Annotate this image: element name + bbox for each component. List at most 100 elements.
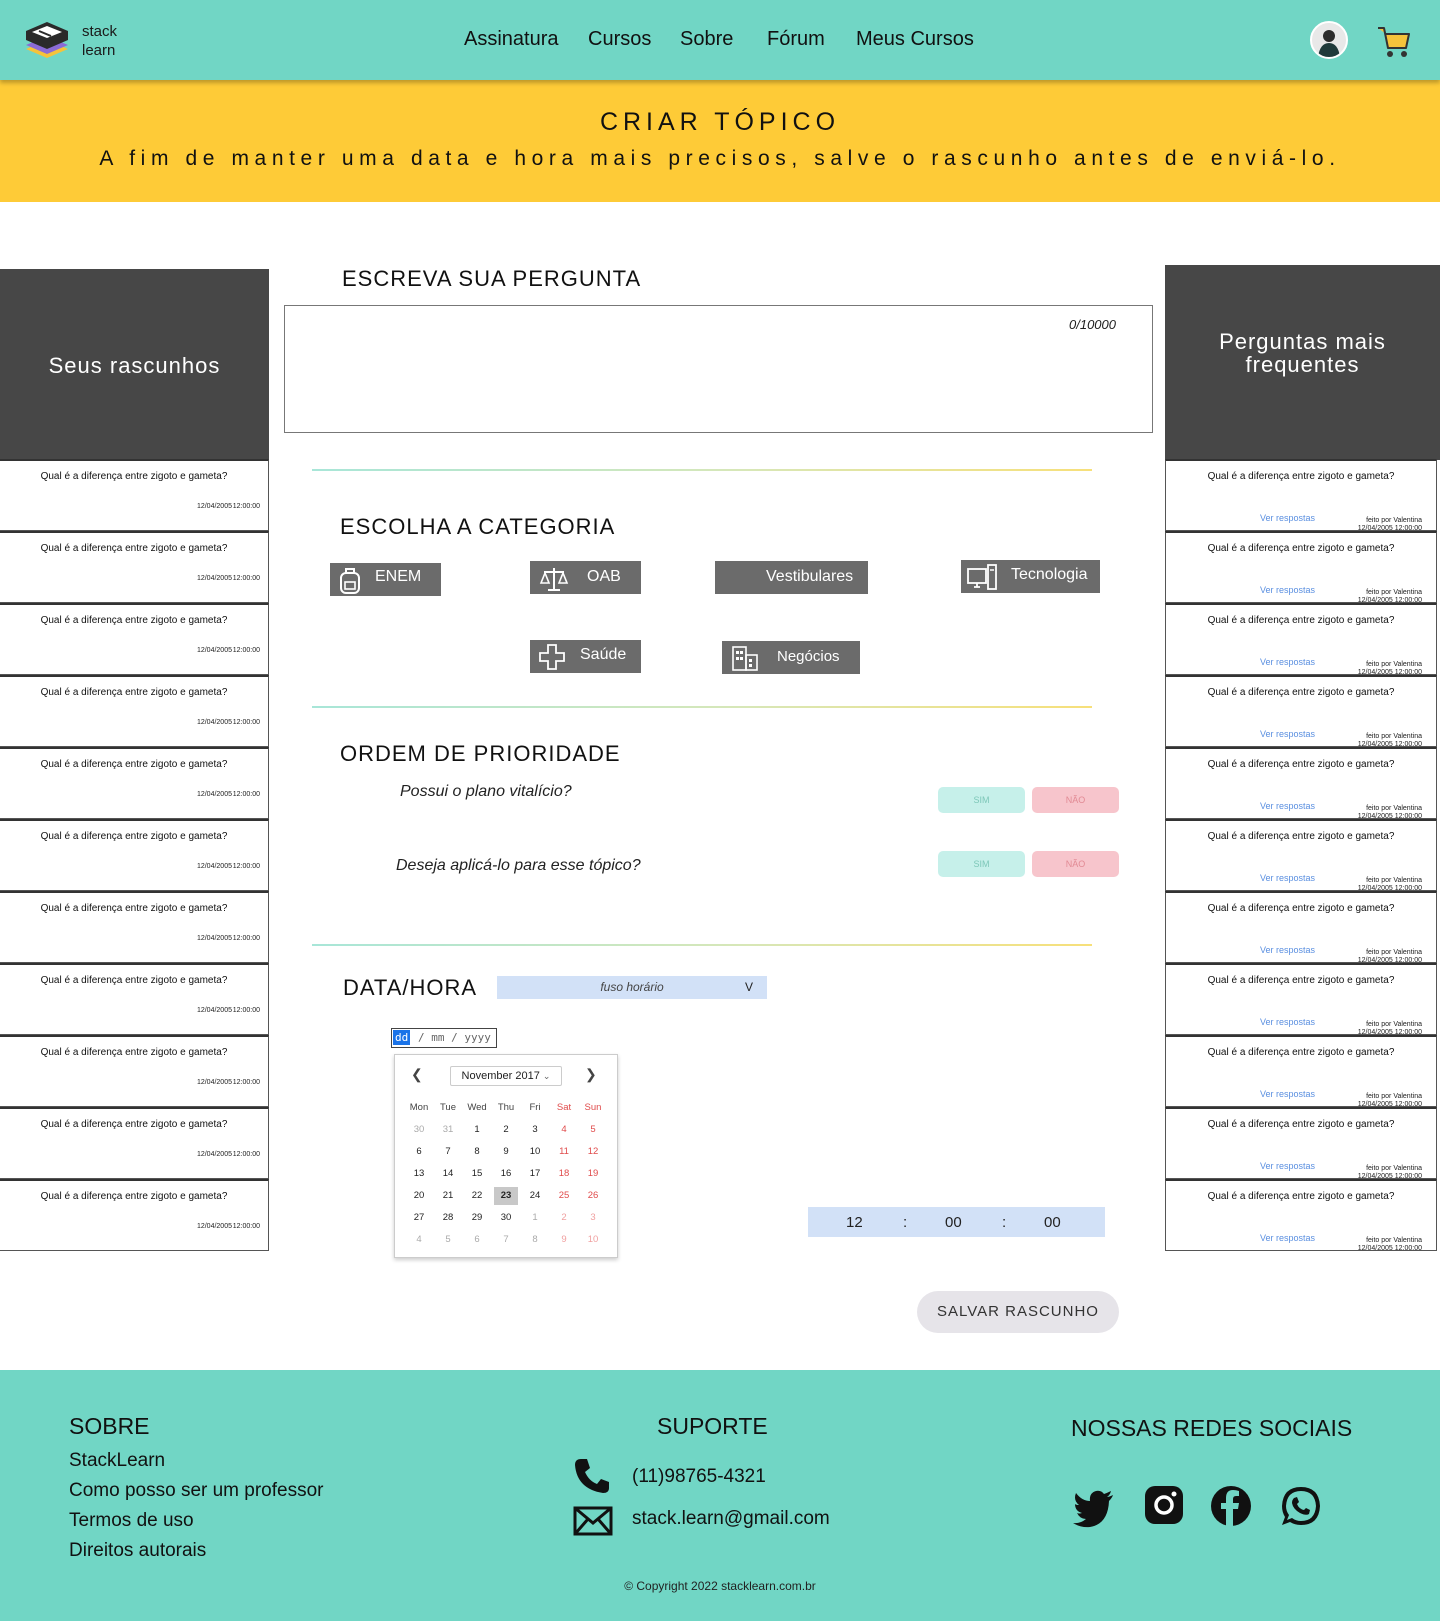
view-answers-link[interactable]: Ver respostas <box>1260 513 1315 523</box>
facebook-icon[interactable] <box>1210 1485 1252 1527</box>
whatsapp-icon[interactable] <box>1280 1485 1322 1527</box>
calendar-day[interactable]: 4 <box>552 1121 576 1139</box>
draft-list-item[interactable]: Qual é a diferença entre zigoto e gameta… <box>0 1107 269 1179</box>
instagram-icon[interactable] <box>1143 1484 1185 1526</box>
view-answers-link[interactable]: Ver respostas <box>1260 1089 1315 1099</box>
draft-list-item[interactable]: Qual é a diferença entre zigoto e gameta… <box>0 819 269 891</box>
category-oab-button[interactable]: OAB <box>530 561 641 594</box>
time-hours[interactable]: 12 <box>846 1214 863 1231</box>
view-answers-link[interactable]: Ver respostas <box>1260 873 1315 883</box>
footer-link-copyright[interactable]: Direitos autorais <box>69 1540 206 1562</box>
chevron-left-icon[interactable]: ❮ <box>411 1066 423 1083</box>
draft-list-item[interactable]: Qual é a diferença entre zigoto e gameta… <box>0 1179 269 1251</box>
question-textarea[interactable]: 0/10000 <box>284 305 1153 433</box>
calendar-day[interactable]: 10 <box>523 1143 547 1161</box>
calendar-day[interactable]: 10 <box>581 1231 605 1249</box>
stacklearn-logo-icon[interactable] <box>24 18 70 64</box>
calendar-day[interactable]: 9 <box>494 1143 518 1161</box>
cart-icon[interactable] <box>1376 22 1412 60</box>
category-negocios-button[interactable]: Negócios <box>722 641 860 674</box>
apply-priority-yes-button[interactable]: SIM <box>938 851 1025 877</box>
chevron-right-icon[interactable]: ❯ <box>585 1066 597 1083</box>
calendar-day[interactable]: 5 <box>436 1231 460 1249</box>
calendar-day[interactable]: 6 <box>407 1143 431 1161</box>
save-draft-button[interactable]: SALVAR RASCUNHO <box>917 1291 1119 1333</box>
nav-assinatura[interactable]: Assinatura <box>464 28 559 51</box>
view-answers-link[interactable]: Ver respostas <box>1260 657 1315 667</box>
view-answers-link[interactable]: Ver respostas <box>1260 585 1315 595</box>
time-minutes[interactable]: 00 <box>945 1214 962 1231</box>
view-answers-link[interactable]: Ver respostas <box>1260 1017 1315 1027</box>
calendar-day[interactable]: 9 <box>552 1231 576 1249</box>
apply-priority-no-button[interactable]: NÃO <box>1032 851 1119 877</box>
category-enem-button[interactable]: ENEM <box>330 563 441 596</box>
support-email[interactable]: stack.learn@gmail.com <box>632 1508 830 1530</box>
nav-cursos[interactable]: Cursos <box>588 28 651 51</box>
calendar-day[interactable]: 24 <box>523 1187 547 1205</box>
calendar-day[interactable]: 7 <box>494 1231 518 1249</box>
view-answers-link[interactable]: Ver respostas <box>1260 1161 1315 1171</box>
calendar-day[interactable]: 2 <box>494 1121 518 1139</box>
calendar-day[interactable]: 3 <box>523 1121 547 1139</box>
draft-list-item[interactable]: Qual é a diferença entre zigoto e gameta… <box>0 459 269 531</box>
calendar-day[interactable]: 25 <box>552 1187 576 1205</box>
timezone-select[interactable]: fuso horário V <box>497 976 767 999</box>
nav-forum[interactable]: Fórum <box>767 28 825 51</box>
draft-list-item[interactable]: Qual é a diferença entre zigoto e gameta… <box>0 747 269 819</box>
calendar-day[interactable]: 17 <box>523 1165 547 1183</box>
view-answers-link[interactable]: Ver respostas <box>1260 801 1315 811</box>
calendar-day[interactable]: 16 <box>494 1165 518 1183</box>
calendar-day[interactable]: 13 <box>407 1165 431 1183</box>
lifetime-plan-no-button[interactable]: NÃO <box>1032 787 1119 813</box>
footer-link-teacher[interactable]: Como posso ser um professor <box>69 1480 324 1502</box>
calendar-day[interactable]: 6 <box>465 1231 489 1249</box>
calendar-day[interactable]: 2 <box>552 1209 576 1227</box>
calendar-day[interactable]: 27 <box>407 1209 431 1227</box>
footer-link-stacklearn[interactable]: StackLearn <box>69 1450 165 1472</box>
draft-list-item[interactable]: Qual é a diferença entre zigoto e gameta… <box>0 675 269 747</box>
category-vestibulares-button[interactable]: Vestibulares <box>715 561 868 594</box>
date-input[interactable]: dd / mm / yyyy <box>391 1028 497 1048</box>
lifetime-plan-yes-button[interactable]: SIM <box>938 787 1025 813</box>
nav-sobre[interactable]: Sobre <box>680 28 733 51</box>
calendar-day[interactable]: 26 <box>581 1187 605 1205</box>
time-input[interactable]: 12 : 00 : 00 <box>808 1207 1105 1237</box>
draft-list-item[interactable]: Qual é a diferença entre zigoto e gameta… <box>0 1035 269 1107</box>
calendar-day[interactable]: 18 <box>552 1165 576 1183</box>
draft-list-item[interactable]: Qual é a diferença entre zigoto e gameta… <box>0 531 269 603</box>
view-answers-link[interactable]: Ver respostas <box>1260 1233 1315 1243</box>
calendar-day[interactable]: 20 <box>407 1187 431 1205</box>
support-phone[interactable]: (11)98765-4321 <box>632 1466 766 1488</box>
time-seconds[interactable]: 00 <box>1044 1214 1061 1231</box>
calendar-day[interactable]: 5 <box>581 1121 605 1139</box>
calendar-day[interactable]: 1 <box>465 1121 489 1139</box>
calendar-day[interactable]: 22 <box>465 1187 489 1205</box>
calendar-day[interactable]: 30 <box>407 1121 431 1139</box>
view-answers-link[interactable]: Ver respostas <box>1260 729 1315 739</box>
calendar-day[interactable]: 3 <box>581 1209 605 1227</box>
draft-list-item[interactable]: Qual é a diferença entre zigoto e gameta… <box>0 603 269 675</box>
footer-link-terms[interactable]: Termos de uso <box>69 1510 194 1532</box>
calendar-day[interactable]: 28 <box>436 1209 460 1227</box>
category-tecnologia-button[interactable]: Tecnologia <box>961 560 1100 593</box>
calendar-day[interactable]: 19 <box>581 1165 605 1183</box>
calendar-day[interactable]: 8 <box>523 1231 547 1249</box>
category-saude-button[interactable]: Saúde <box>530 640 641 673</box>
nav-meus-cursos[interactable]: Meus Cursos <box>856 28 974 51</box>
draft-list-item[interactable]: Qual é a diferença entre zigoto e gameta… <box>0 891 269 963</box>
calendar-day[interactable]: 12 <box>581 1143 605 1161</box>
twitter-icon[interactable] <box>1073 1487 1115 1529</box>
calendar-day[interactable]: 21 <box>436 1187 460 1205</box>
calendar-day[interactable]: 14 <box>436 1165 460 1183</box>
date-month-year-segment[interactable]: / mm / yyyy <box>418 1030 491 1045</box>
calendar-day[interactable]: 8 <box>465 1143 489 1161</box>
draft-list-item[interactable]: Qual é a diferença entre zigoto e gameta… <box>0 963 269 1035</box>
date-day-segment[interactable]: dd <box>393 1030 411 1045</box>
calendar-day[interactable]: 31 <box>436 1121 460 1139</box>
view-answers-link[interactable]: Ver respostas <box>1260 945 1315 955</box>
calendar-day[interactable]: 30 <box>494 1209 518 1227</box>
calendar-day[interactable]: 7 <box>436 1143 460 1161</box>
calendar-day[interactable]: 1 <box>523 1209 547 1227</box>
calendar-day[interactable]: 11 <box>552 1143 576 1161</box>
calendar-day[interactable]: 4 <box>407 1231 431 1249</box>
